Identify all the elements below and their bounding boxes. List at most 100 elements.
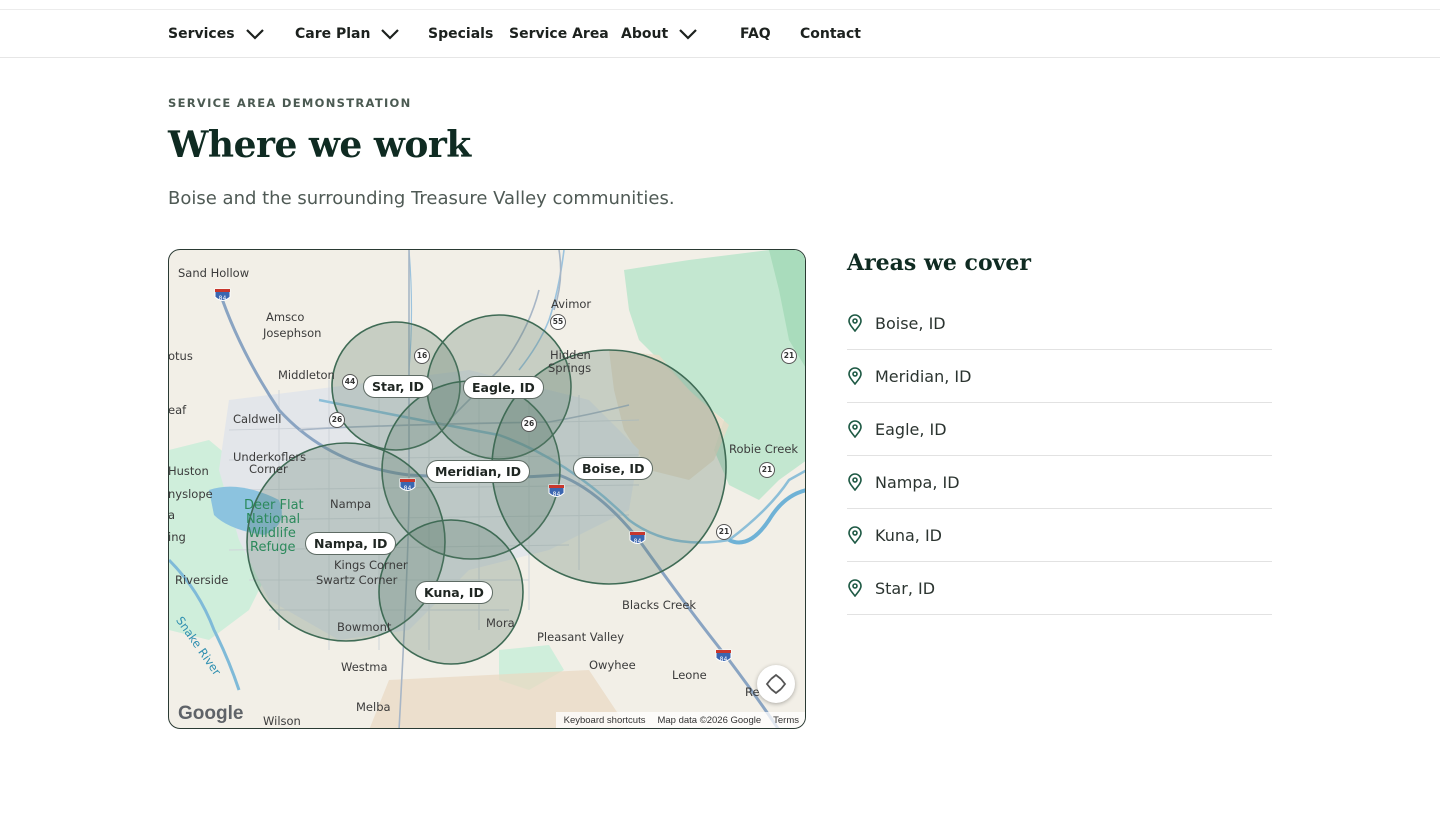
place-label: Owyhee (589, 658, 636, 672)
area-item-label: Nampa, ID (875, 472, 960, 492)
area-item: Kuna, ID (847, 509, 1272, 562)
svg-text:84: 84 (404, 485, 412, 492)
interstate-84-icon: 84 (548, 484, 565, 498)
nav-services[interactable]: Services (168, 10, 265, 57)
interstate-84-icon: 84 (214, 288, 231, 302)
area-list: Boise, ID Meridian, ID Eagle, ID Nampa, … (847, 297, 1272, 615)
place-label: Middleton (278, 368, 335, 382)
nav-faq[interactable]: FAQ (740, 10, 771, 57)
place-label: Pleasant Valley (537, 630, 625, 644)
route-21-icon: 21 (781, 348, 797, 364)
i84-text: 84 (219, 295, 227, 302)
map-pill-meridian[interactable]: Meridian, ID (426, 460, 531, 483)
place-label: Robie Creek (729, 442, 799, 456)
river-east (728, 488, 805, 545)
place-label: Kings Corner (334, 558, 408, 572)
interstate-84-icon: 84 (629, 531, 646, 545)
place-label: Blacks Creek (622, 598, 697, 612)
nav-service-area-label: Service Area (509, 25, 609, 42)
nav-specials-label: Specials (428, 25, 494, 42)
map-pill-star[interactable]: Star, ID (363, 375, 433, 398)
svg-text:84: 84 (634, 538, 642, 545)
map-pin-icon (848, 367, 862, 385)
map-base (169, 250, 805, 728)
place-label: Refuge (250, 540, 296, 555)
map-pill-eagle[interactable]: Eagle, ID (463, 376, 544, 399)
place-label: Deer Flat (244, 498, 304, 513)
route-55-icon: 55 (550, 314, 566, 330)
route-26-icon: 26 (521, 416, 537, 432)
nav-services-label: Services (168, 25, 235, 42)
place-label: Nampa (330, 497, 372, 511)
map-pill-boise[interactable]: Boise, ID (573, 457, 654, 480)
area-item: Eagle, ID (847, 403, 1272, 456)
map-pin-icon (848, 420, 862, 438)
map-pill-kuna[interactable]: Kuna, ID (415, 581, 493, 604)
area-item: Meridian, ID (847, 350, 1272, 403)
route-21-icon: 21 (759, 462, 775, 478)
fullscreen-icon (765, 673, 787, 695)
nav-contact[interactable]: Contact (800, 10, 861, 57)
place-label: Mora (486, 616, 515, 630)
area-item-label: Kuna, ID (875, 525, 942, 545)
route-21-icon: 21 (716, 524, 732, 540)
place-label: nyslope (168, 487, 213, 501)
map-pin-icon (848, 314, 862, 332)
map-attribution: Keyboard shortcuts Map data ©2026 Google… (555, 712, 805, 728)
area-item: Star, ID (847, 562, 1272, 615)
page-subtitle: Boise and the surrounding Treasure Valle… (168, 188, 675, 209)
nav-about-label: About (621, 25, 669, 42)
fullscreen-button[interactable] (757, 665, 795, 703)
place-label: a (168, 508, 176, 522)
nav-care-plan[interactable]: Care Plan (295, 10, 400, 57)
place-label: Bowmont (337, 620, 392, 634)
nav-about[interactable]: About (621, 10, 698, 57)
main-nav: Services Care Plan Specials Service Area… (0, 10, 1440, 58)
service-area-map[interactable]: Sand Hollow Amsco Josephson otus Middlet… (168, 249, 806, 729)
nav-specials[interactable]: Specials (428, 10, 493, 57)
map-pin-icon (848, 526, 862, 544)
area-item: Nampa, ID (847, 456, 1272, 509)
place-label: Sand Hollow (178, 266, 250, 280)
map-data-text: Map data ©2026 Google (657, 714, 762, 726)
nav-service-area[interactable]: Service Area (509, 10, 609, 57)
place-label: Wilson (263, 714, 301, 728)
interstate-84-icon: 84 (715, 649, 732, 663)
section-eyebrow: SERVICE AREA DEMONSTRATION (168, 96, 412, 110)
area-item-label: Eagle, ID (875, 419, 947, 439)
areas-title: Areas we cover (847, 250, 1031, 276)
google-logo: Google (178, 703, 244, 724)
place-label: ing (168, 530, 186, 544)
nav-care-plan-label: Care Plan (295, 25, 371, 42)
place-label: Caldwell (233, 412, 282, 426)
place-label: Springs (548, 361, 592, 375)
svg-text:84: 84 (553, 491, 561, 498)
route-16-icon: 16 (414, 348, 430, 364)
place-label: Corner (249, 462, 288, 476)
nav-contact-label: Contact (800, 25, 861, 42)
area-item-label: Star, ID (875, 578, 936, 598)
place-label: Westma (341, 660, 388, 674)
nav-faq-label: FAQ (740, 25, 771, 42)
map-pill-nampa[interactable]: Nampa, ID (305, 532, 397, 555)
place-label: Josephson (263, 326, 322, 340)
place-label: Leone (672, 668, 707, 682)
place-label: Amsco (266, 310, 305, 324)
terms-link[interactable]: Terms (773, 715, 799, 726)
svg-text:84: 84 (720, 656, 728, 663)
chevron-down-icon (245, 28, 264, 40)
route-26-icon: 26 (329, 412, 345, 428)
place-label: Riverside (175, 573, 229, 587)
place-label: eaf (168, 403, 187, 417)
keyboard-shortcuts-link[interactable]: Keyboard shortcuts (564, 715, 646, 726)
place-label: Wildlife (248, 526, 296, 541)
map-pin-icon (848, 579, 862, 597)
chevron-down-icon (679, 28, 697, 40)
place-label: otus (168, 349, 193, 363)
place-label: Huston (168, 464, 209, 478)
area-item: Boise, ID (847, 297, 1272, 350)
route-44-icon: 44 (342, 374, 358, 390)
place-label: National (246, 512, 301, 527)
interstate-84-icon: 84 (399, 478, 416, 492)
place-label: Avimor (551, 297, 592, 311)
